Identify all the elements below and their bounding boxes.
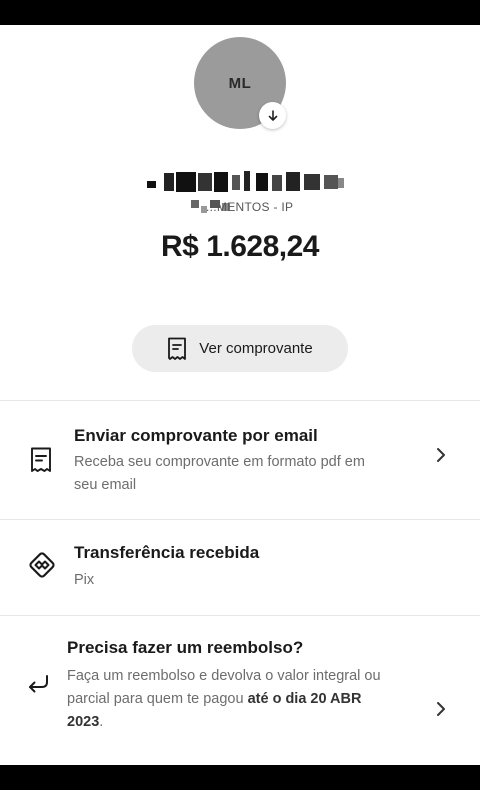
refund-description: Faça um reembolso e devolva o valor inte… [67, 665, 427, 734]
avatar-download-badge[interactable] [259, 102, 286, 129]
transfer-subtitle: Pix [74, 572, 95, 588]
refund-line1: Faça um reembolso e devolva o valor inte… [67, 668, 381, 684]
receipt-icon [31, 447, 51, 472]
email-receipt-subtitle: Receba seu comprovante em formato pdf em… [74, 451, 414, 497]
refund-line2-text: parcial para quem te pagou [67, 691, 248, 707]
refund-title: Precisa fazer um reembolso? [67, 638, 304, 657]
refund-line2: parcial para quem te pagou até o dia 20 … [67, 688, 427, 711]
transaction-detail-screen: ML ...MENTOS - IP R$ 1.628,24 Ver compro… [0, 25, 480, 765]
view-receipt-button[interactable]: Ver comprovante [132, 325, 348, 372]
transfer-title: Transferência recebida [74, 543, 260, 562]
refund-line3: 2023. [67, 711, 427, 734]
pix-icon [29, 552, 55, 578]
email-receipt-subtitle-line2: seu email [74, 477, 137, 493]
refund-row[interactable]: Precisa fazer um reembolso? Faça um reem… [0, 616, 480, 765]
location-text: ...MENTOS - IP [206, 200, 294, 214]
view-receipt-label: Ver comprovante [199, 340, 313, 357]
chevron-right-icon [437, 702, 445, 716]
refund-line3-period: . [99, 714, 104, 730]
transfer-received-row: Transferência recebida Pix [0, 520, 480, 615]
email-receipt-title: Enviar comprovante por email [74, 426, 318, 445]
chevron-right-icon [437, 448, 445, 462]
avatar-initials: ML [228, 74, 252, 92]
email-receipt-row[interactable]: Enviar comprovante por email Receba seu … [0, 401, 480, 519]
arrow-down-icon [268, 109, 277, 121]
return-arrow-icon [29, 675, 48, 693]
refund-deadline: até o dia 20 ABR [247, 691, 362, 707]
transaction-amount: R$ 1.628,24 [161, 230, 319, 263]
email-receipt-subtitle-line1: Receba seu comprovante em formato pdf em [74, 454, 365, 470]
refund-deadline-year: 2023 [67, 714, 100, 730]
receipt-icon [168, 337, 187, 360]
